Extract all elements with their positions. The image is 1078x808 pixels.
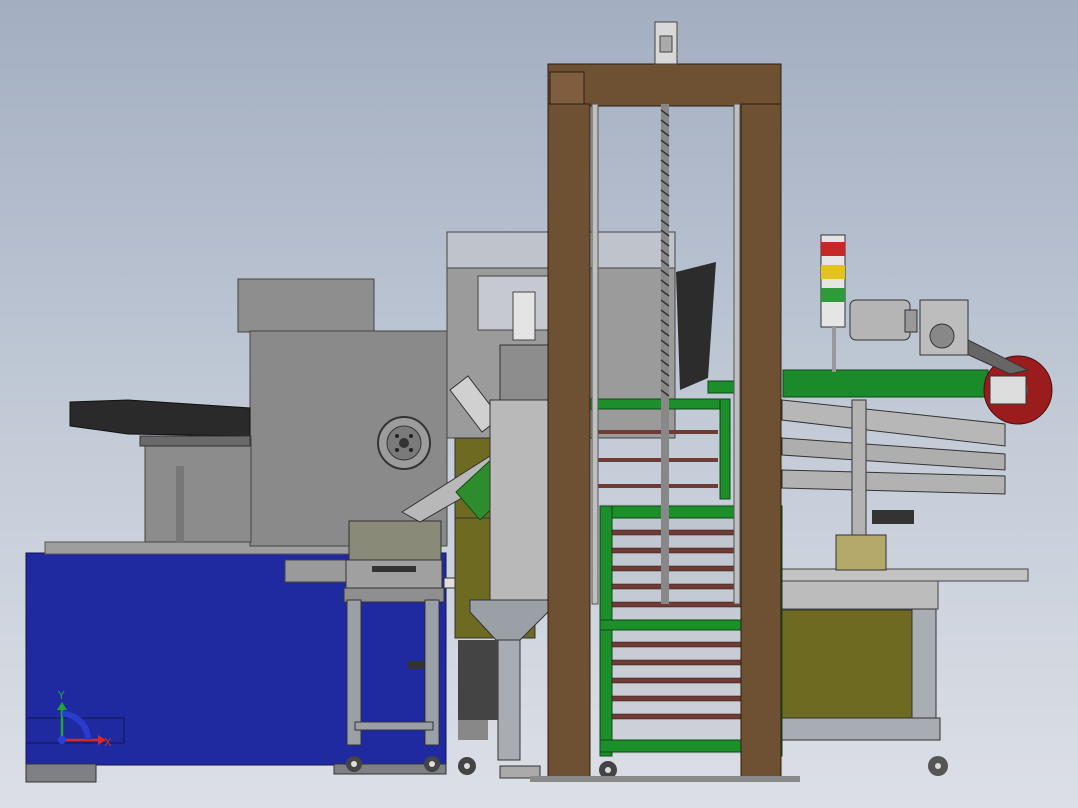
signal-tower [820,234,846,372]
conveyor-belt [782,369,989,398]
right-module [779,299,1053,776]
signal-light-green [821,288,845,302]
signal-light-red [821,242,845,256]
y-axis-label: Y [57,689,65,702]
machine-model[interactable]: X Y [0,0,1078,808]
z-axis-dot [58,736,66,744]
x-axis-label: X [104,736,112,749]
signal-light-yellow [821,265,845,279]
cad-viewport[interactable]: X Y [0,0,1078,808]
